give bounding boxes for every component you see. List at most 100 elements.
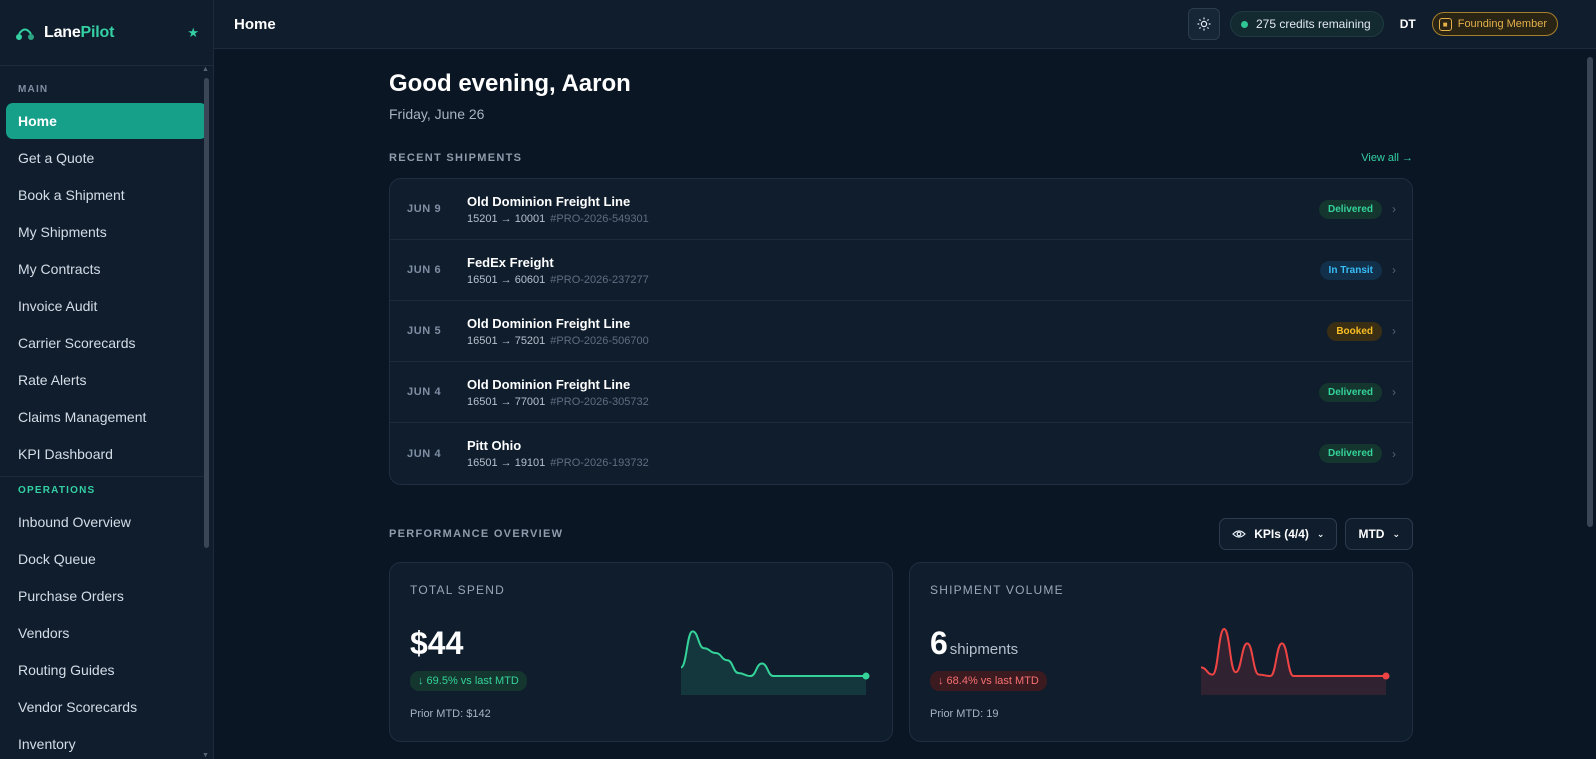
sidebar-item-book-a-shipment[interactable]: Book a Shipment — [6, 177, 207, 213]
shipment-route: 16501 → 60601 — [467, 273, 546, 286]
sidebar-item-rate-alerts[interactable]: Rate Alerts — [6, 362, 207, 398]
sidebar-item-inbound-overview[interactable]: Inbound Overview — [6, 504, 207, 540]
sidebar-item-vendor-scorecards[interactable]: Vendor Scorecards — [6, 689, 207, 725]
shipment-route: 16501 → 19101 — [467, 457, 546, 469]
kpi-prior-value: Prior MTD: 19 — [930, 708, 999, 720]
kpi-delta-badge: ↓ 69.5% vs last MTD — [410, 671, 527, 691]
current-date: Friday, June 26 — [389, 106, 485, 122]
sparkline-area — [681, 631, 866, 695]
chevron-right-icon: › — [1392, 324, 1396, 338]
sidebar-item-inventory[interactable]: Inventory — [6, 726, 207, 759]
shipment-pro-number: #PRO-2026-305732 — [550, 395, 649, 408]
sidebar-item-get-a-quote[interactable]: Get a Quote — [6, 140, 207, 176]
performance-overview-heading: PERFORMANCE OVERVIEW — [389, 528, 564, 540]
credits-pill[interactable]: 275 credits remaining — [1229, 11, 1384, 37]
shipment-row[interactable]: JUN 9 Old Dominion Freight Line 15201 → 10… — [390, 179, 1412, 240]
sparkline-end-point — [1382, 672, 1390, 680]
kpi-card-unit: shipments — [949, 641, 1019, 658]
sidebar-nav: MAIN Home Get a Quote Book a Shipment My Shi… — [0, 66, 213, 759]
sidebar-item-my-shipments[interactable]: My Shipments — [6, 214, 207, 250]
shipment-route: 16501 → 75201 — [467, 334, 546, 347]
status-badge: Delivered — [1318, 444, 1382, 463]
status-badge: Delivered — [1318, 199, 1382, 219]
shipment-route: 16501 → 77001 — [467, 395, 546, 408]
shipment-carrier: Old Dominion Freight Line — [467, 193, 631, 209]
sidebar-item-vendors[interactable]: Vendors — [6, 615, 207, 651]
kpi-select[interactable]: KPIs (4/4) ⌄ — [1219, 518, 1338, 550]
main-scrollbar[interactable] — [1584, 49, 1596, 759]
shipment-date: JUN 4 — [407, 447, 442, 460]
sidebar-item-claims-management[interactable]: Claims Management — [6, 399, 207, 435]
status-badge: In Transit — [1319, 260, 1382, 280]
sidebar-item-kpi-dashboard[interactable]: KPI Dashboard — [6, 436, 207, 472]
sidebar-scroll-thumb[interactable] — [204, 78, 209, 548]
sidebar-item-routing-guides[interactable]: Routing Guides — [6, 652, 207, 688]
period-select-label: MTD — [1358, 527, 1385, 541]
kpi-delta-badge: ↓ 68.4% vs last MTD — [930, 671, 1047, 691]
theme-toggle-button[interactable] — [1187, 8, 1220, 40]
chevron-down-icon: ⌄ — [1316, 528, 1325, 539]
shipment-date: JUN 6 — [407, 264, 442, 276]
shipment-carrier: Old Dominion Freight Line — [467, 376, 631, 392]
sidebar: LanePilot ★ MAIN Home Get a Quote Book a Sh… — [0, 0, 214, 759]
shipment-pro-number: #PRO-2026-506700 — [550, 334, 649, 347]
brand[interactable]: LanePilot ★ — [0, 0, 213, 66]
sparkline-end-point — [862, 672, 870, 680]
greeting-heading: Good evening, Aaron — [389, 70, 631, 97]
recent-shipments-list: JUN 9 Old Dominion Freight Line 15201 → 10… — [389, 178, 1413, 485]
sidebar-item-dock-queue[interactable]: Dock Queue — [6, 541, 207, 577]
sidebar-item-my-contracts[interactable]: My Contracts — [6, 251, 207, 287]
sparkline-chart — [1200, 627, 1390, 695]
eye-icon — [1232, 530, 1247, 538]
kpi-card-label: TOTAL SPEND — [410, 583, 505, 597]
kpi-prior-value: Prior MTD: $142 — [410, 708, 491, 720]
member-badge-label: Founding Member — [1457, 18, 1547, 30]
shipment-row[interactable]: JUN 4 Old Dominion Freight Line 16501 → 77… — [390, 362, 1412, 423]
status-badge: Booked — [1327, 321, 1382, 341]
shipment-route: 15201 → 10001 — [467, 212, 546, 225]
sidebar-item-invoice-audit[interactable]: Invoice Audit — [6, 288, 207, 324]
sidebar-scrollbar[interactable]: ▲ ▼ — [201, 66, 211, 759]
star-icon[interactable]: ★ — [187, 25, 199, 41]
kpi-cards: TOTAL SPEND $44 ↓ 69.5% vs last MTD Prior M… — [389, 562, 1413, 742]
shipment-carrier: FedEx Freight — [467, 254, 554, 270]
main-scroll-thumb[interactable] — [1587, 57, 1593, 527]
sidebar-item-home[interactable]: Home — [6, 103, 207, 139]
page-title: Home — [234, 15, 276, 33]
kpi-select-label: KPIs (4/4) — [1254, 527, 1309, 541]
scroll-down-icon[interactable]: ▼ — [202, 752, 209, 759]
recent-shipments-heading: RECENT SHIPMENTS — [389, 152, 523, 164]
sun-icon — [1197, 17, 1211, 31]
chevron-right-icon: › — [1392, 385, 1396, 399]
shipment-pro-number: #PRO-2026-549301 — [550, 212, 649, 225]
main-content: Good evening, Aaron Friday, June 26 RECE… — [389, 49, 1413, 742]
founding-member-badge[interactable]: ■ Founding Member — [1431, 12, 1558, 36]
sidebar-item-carrier-scorecards[interactable]: Carrier Scorecards — [6, 325, 207, 361]
kpi-card-shipment-volume[interactable]: SHIPMENT VOLUME 6 shipments ↓ 68.4% vs last… — [909, 562, 1413, 742]
shipment-row[interactable]: JUN 4 Pitt Ohio 16501 → 19101 #PRO-2026-193… — [390, 423, 1412, 484]
chevron-right-icon: › — [1392, 202, 1396, 216]
status-dot-icon — [1240, 20, 1248, 28]
scroll-up-icon[interactable]: ▲ — [202, 66, 209, 73]
nav-section-heading: OPERATIONS — [18, 484, 96, 496]
kpi-card-label: SHIPMENT VOLUME — [930, 583, 1064, 597]
lanepilot-logo-icon — [16, 28, 34, 40]
nav-section-heading: MAIN — [18, 83, 49, 95]
shipment-pro-number: #PRO-2026-193732 — [550, 457, 649, 469]
kpi-card-value: $44 — [410, 625, 464, 661]
shipment-row[interactable]: JUN 5 Old Dominion Freight Line 16501 → 75… — [390, 301, 1412, 362]
avatar[interactable]: DT — [1394, 17, 1422, 31]
shipment-row[interactable]: JUN 6 FedEx Freight 16501 → 60601 #PRO-2026… — [390, 240, 1412, 301]
chevron-down-icon: ⌄ — [1392, 528, 1400, 539]
shipment-date: JUN 4 — [407, 386, 442, 398]
credits-text: 275 credits remaining — [1255, 17, 1371, 31]
status-badge: Delivered — [1318, 382, 1382, 402]
shipment-carrier: Pitt Ohio — [467, 438, 522, 453]
kpi-card-total-spend[interactable]: TOTAL SPEND $44 ↓ 69.5% vs last MTD Prior M… — [389, 562, 893, 742]
topbar: Home 275 credits remaining DT ■ Founding… — [214, 0, 1596, 49]
chevron-right-icon: › — [1392, 263, 1396, 277]
period-select[interactable]: MTD ⌄ — [1345, 518, 1413, 550]
sidebar-item-purchase-orders[interactable]: Purchase Orders — [6, 578, 207, 614]
view-all-link[interactable]: View all → — [1361, 152, 1413, 164]
sparkline-chart — [680, 630, 870, 695]
